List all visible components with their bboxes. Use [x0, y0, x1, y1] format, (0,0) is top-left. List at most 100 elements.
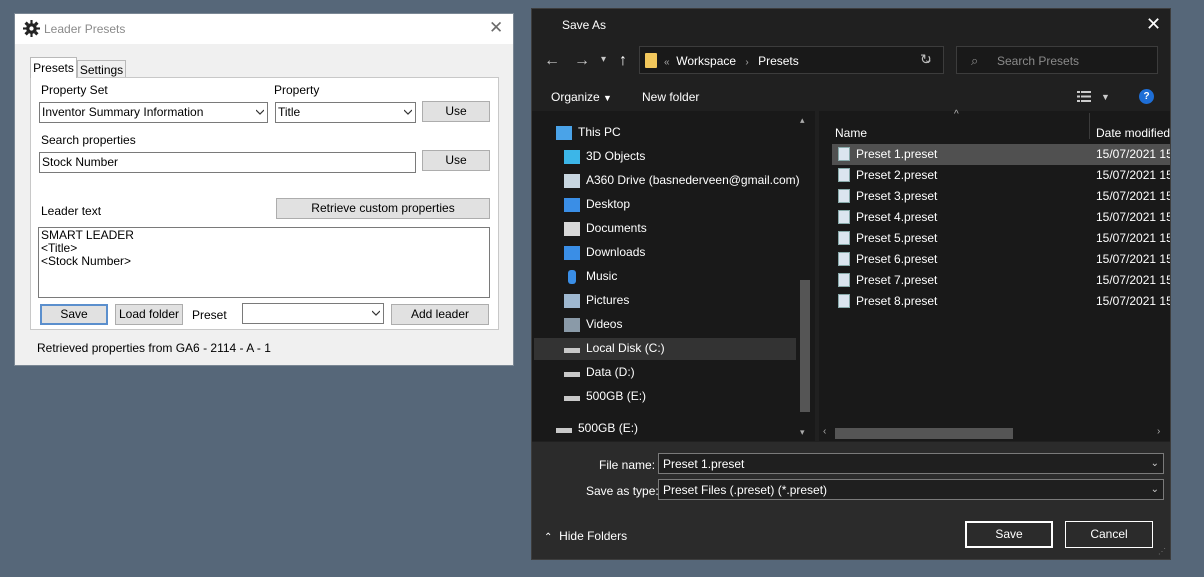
file-row[interactable]: Preset 2.preset 15/07/2021 15	[832, 165, 1170, 186]
up-arrow-icon[interactable]: ↑	[619, 52, 627, 70]
breadcrumb-workspace[interactable]: Workspace	[676, 54, 736, 68]
nav-item[interactable]: 500GB (E:)	[556, 416, 638, 440]
resize-grip-icon[interactable]: ⋰	[1158, 547, 1166, 556]
tab-settings[interactable]: Settings	[77, 60, 126, 78]
cube-icon	[564, 149, 580, 164]
chevron-down-icon: ▼	[603, 93, 612, 103]
column-divider[interactable]	[1089, 113, 1090, 139]
new-folder-button[interactable]: New folder	[642, 90, 699, 104]
nav-item[interactable]: Data (D:)	[564, 360, 635, 384]
file-row[interactable]: Preset 6.preset 15/07/2021 15	[832, 249, 1170, 270]
nav-item[interactable]: Desktop	[564, 192, 630, 216]
search-properties-input[interactable]: Stock Number	[39, 152, 416, 173]
forward-arrow-icon[interactable]: →	[574, 52, 590, 70]
file-icon	[838, 189, 850, 203]
file-date: 15/07/2021 15	[1096, 294, 1170, 308]
scroll-right-icon[interactable]: ›	[1157, 426, 1160, 437]
nav-item-label: 500GB (E:)	[578, 421, 639, 435]
file-name: Preset 6.preset	[856, 252, 938, 266]
file-icon	[838, 168, 850, 182]
documents-icon	[564, 221, 580, 236]
file-row[interactable]: Preset 8.preset 15/07/2021 15	[832, 291, 1170, 312]
file-date: 15/07/2021 15	[1096, 231, 1170, 245]
recent-locations-icon[interactable]: ▾	[601, 54, 606, 65]
scroll-left-icon[interactable]: ‹	[823, 426, 826, 437]
breadcrumb-presets[interactable]: Presets	[758, 54, 799, 68]
cancel-button[interactable]: Cancel	[1065, 521, 1153, 548]
organize-menu[interactable]: Organize ▼	[551, 90, 612, 104]
scroll-thumb[interactable]	[800, 280, 810, 412]
breadcrumb-overflow[interactable]: «	[664, 57, 670, 68]
leader-text-area[interactable]: SMART LEADER <Title> <Stock Number>	[38, 227, 490, 298]
chevron-down-icon: ⌄	[1150, 484, 1159, 495]
file-row[interactable]: Preset 7.preset 15/07/2021 15	[832, 270, 1170, 291]
property-set-select[interactable]: Inventor Summary Information	[39, 102, 268, 123]
nav-item[interactable]: Downloads	[564, 240, 645, 264]
file-row[interactable]: Preset 4.preset 15/07/2021 15	[832, 207, 1170, 228]
file-row[interactable]: Preset 1.preset 15/07/2021 15	[832, 144, 1170, 165]
file-name-input[interactable]: Preset 1.preset ⌄	[658, 453, 1164, 474]
nav-item[interactable]: Documents	[564, 216, 647, 240]
back-arrow-icon[interactable]: ←	[544, 52, 560, 70]
file-horizontal-scrollbar[interactable]: ‹ ›	[819, 425, 1170, 441]
chevron-down-icon[interactable]: ▼	[1101, 92, 1110, 102]
tab-presets[interactable]: Presets	[30, 57, 77, 78]
nav-item[interactable]: A360 Drive (basnederveen@gmail.com)	[564, 168, 800, 192]
nav-item[interactable]: Pictures	[564, 288, 629, 312]
file-name: Preset 7.preset	[856, 273, 938, 287]
close-icon[interactable]: ✕	[489, 19, 503, 36]
file-row[interactable]: Preset 5.preset 15/07/2021 15	[832, 228, 1170, 249]
hide-folders-label: Hide Folders	[559, 529, 628, 543]
save-button[interactable]: Save	[40, 304, 108, 325]
nav-scrollbar[interactable]: ▴ ▾	[798, 115, 812, 440]
nav-item[interactable]: This PC	[556, 120, 621, 144]
hide-folders-button[interactable]: ⌃ Hide Folders	[544, 529, 627, 543]
file-date: 15/07/2021 15	[1096, 252, 1170, 266]
help-icon[interactable]: ?	[1139, 89, 1154, 104]
save-as-dialog: Save As ✕ ← → ▾ ↑ « Workspace › Presets …	[532, 9, 1170, 559]
refresh-icon[interactable]: ↻	[920, 51, 932, 68]
nav-item-label: Pictures	[586, 293, 630, 307]
drive-icon	[564, 396, 580, 402]
add-leader-button[interactable]: Add leader	[391, 304, 489, 325]
nav-item[interactable]: 3D Objects	[564, 144, 645, 168]
property-select[interactable]: Title	[275, 102, 416, 123]
close-icon[interactable]: ✕	[1146, 15, 1161, 33]
drive-icon	[564, 372, 580, 378]
column-date-header[interactable]: Date modified	[1096, 126, 1170, 140]
search-properties-label: Search properties	[41, 133, 136, 147]
nav-item[interactable]: Local Disk (C:)	[564, 336, 665, 360]
address-bar[interactable]: « Workspace › Presets ⌄	[639, 46, 944, 74]
view-options-icon[interactable]	[1077, 91, 1091, 102]
retrieve-custom-properties-button[interactable]: Retrieve custom properties	[276, 198, 490, 219]
file-row[interactable]: Preset 3.preset 15/07/2021 15	[832, 186, 1170, 207]
music-icon	[568, 269, 576, 284]
use-property-button[interactable]: Use	[422, 101, 490, 122]
use-search-button[interactable]: Use	[422, 150, 490, 171]
file-name: Preset 4.preset	[856, 210, 938, 224]
load-folder-button[interactable]: Load folder	[115, 304, 183, 325]
scroll-down-icon[interactable]: ▾	[800, 427, 805, 438]
nav-item[interactable]: Videos	[564, 312, 622, 336]
nav-item-label: Downloads	[586, 245, 646, 259]
file-name: Preset 1.preset	[856, 147, 938, 161]
search-box[interactable]: ⌕ Search Presets	[956, 46, 1158, 74]
status-text: Retrieved properties from GA6 - 2114 - A…	[37, 341, 271, 355]
gear-icon	[23, 20, 40, 37]
nav-item[interactable]: 500GB (E:)	[564, 384, 646, 408]
nav-item[interactable]: Music	[564, 264, 617, 288]
desktop-icon	[564, 197, 580, 212]
file-icon	[838, 252, 850, 266]
download-icon	[564, 245, 580, 260]
preset-select[interactable]	[242, 303, 384, 324]
save-type-select[interactable]: Preset Files (.preset) (*.preset) ⌄	[658, 479, 1164, 500]
scroll-up-icon[interactable]: ▴	[800, 115, 805, 126]
folder-icon	[645, 53, 657, 68]
save-button[interactable]: Save	[965, 521, 1053, 548]
cloud-drive-icon	[564, 173, 580, 188]
column-name-header[interactable]: Name	[835, 126, 867, 140]
scroll-thumb[interactable]	[835, 428, 1013, 439]
file-name: Preset 8.preset	[856, 294, 938, 308]
chevron-down-icon[interactable]: ⌄	[1151, 458, 1159, 469]
window-title: Leader Presets	[44, 22, 126, 36]
